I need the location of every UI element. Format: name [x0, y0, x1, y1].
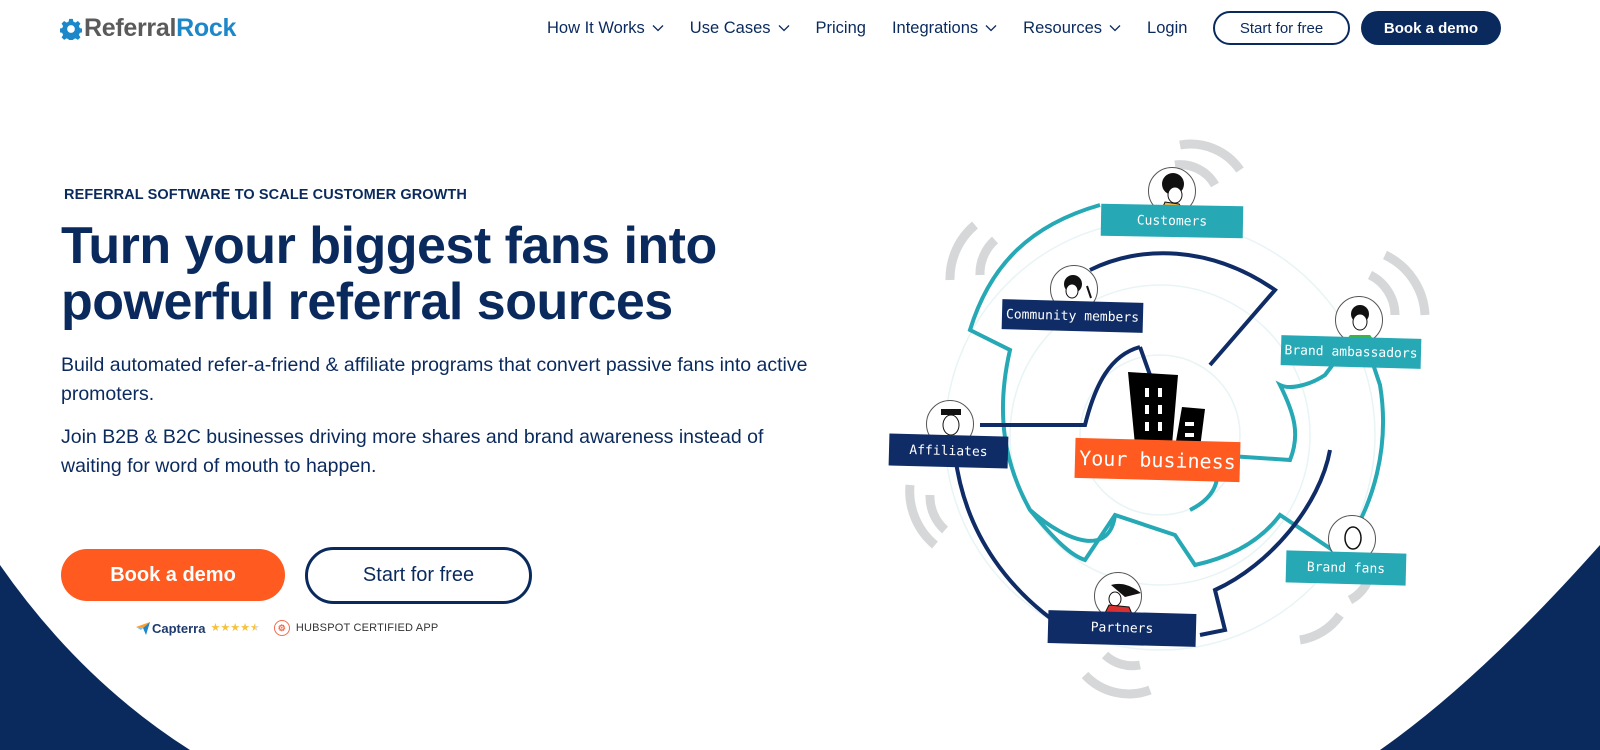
tag-partners: Partners: [1047, 610, 1197, 647]
nav-login[interactable]: Login: [1147, 19, 1187, 38]
tag-affiliates: Affiliates: [888, 433, 1009, 469]
header-book-demo-button[interactable]: Book a demo: [1361, 11, 1501, 45]
logo-text-referral: Referral: [84, 14, 177, 42]
hero-eyebrow: REFERRAL SOFTWARE TO SCALE CUSTOMER GROW…: [64, 187, 467, 203]
capterra-arrow-icon: [136, 622, 150, 635]
nav-how-it-works[interactable]: How It Works: [547, 19, 664, 38]
headline-line-1: Turn your biggest fans into: [61, 217, 717, 275]
tag-brand-fans: Brand fans: [1285, 550, 1407, 586]
chevron-down-icon: [778, 25, 789, 32]
nav-label: Use Cases: [689, 18, 771, 37]
half-star-icon: ★: [249, 622, 260, 634]
center-tag-your-business: Your business: [1074, 437, 1241, 483]
star-icon: ★: [240, 622, 250, 634]
tag-brand-ambassadors: Brand ambassadors: [1280, 335, 1422, 369]
hubspot-label: HUBSPOT CERTIFIED APP: [295, 622, 439, 634]
logo[interactable]: Referral Rock: [60, 14, 236, 43]
header-start-free-button[interactable]: Start for free: [1213, 11, 1350, 45]
hero-paragraph-2: Join B2B & B2C businesses driving more s…: [61, 426, 764, 477]
nav-use-cases[interactable]: Use Cases: [690, 19, 790, 38]
nav-label: Login: [1147, 18, 1188, 37]
nav-label: Pricing: [815, 18, 866, 37]
hero-start-free-button[interactable]: Start for free: [305, 547, 532, 604]
hubspot-badge[interactable]: ⚙ HUBSPOT CERTIFIED APP: [273, 620, 439, 636]
navy-inner-path: [1138, 346, 1152, 376]
nav-label: Integrations: [891, 18, 979, 37]
chevron-down-icon: [652, 25, 664, 32]
star-icon: ★: [230, 622, 241, 634]
tag-customers: Customers: [1100, 203, 1244, 239]
headline-line-2: powerful referral sources: [61, 273, 673, 331]
star-icon: ★: [220, 622, 231, 634]
nav-label: How It Works: [547, 18, 645, 37]
capterra-label: Capterra: [152, 620, 206, 636]
star-rating: ★ ★ ★ ★ ★: [210, 622, 259, 634]
trust-badges: Capterra ★ ★ ★ ★ ★ ⚙ HUBSPOT CERTIFIED A…: [136, 619, 438, 637]
hubspot-icon: ⚙: [273, 620, 290, 636]
site-header: Referral Rock How It Works Use Cases Pric…: [0, 0, 1600, 56]
building-icon: [1128, 372, 1205, 448]
hero-paragraph-1: Build automated refer-a-friend & affilia…: [61, 354, 808, 405]
nav-label: Resources: [1023, 18, 1103, 37]
gear-icon: [60, 18, 82, 40]
hero-book-demo-button[interactable]: Book a demo: [61, 549, 285, 601]
logo-text-rock: Rock: [176, 14, 237, 42]
hero-headline: Turn your biggest fans into powerful ref…: [61, 218, 841, 330]
star-icon: ★: [210, 622, 221, 634]
nav-resources[interactable]: Resources: [1023, 19, 1121, 38]
nav-pricing[interactable]: Pricing: [816, 19, 866, 38]
capterra-badge[interactable]: Capterra ★ ★ ★ ★ ★: [136, 621, 260, 636]
main-nav: How It Works Use Cases Pricing Integrati…: [547, 12, 1213, 44]
chevron-down-icon: [1109, 25, 1121, 32]
referral-network-illustration: Customers Community members Brand ambass…: [870, 115, 1450, 715]
tag-community-members: Community members: [1001, 299, 1144, 333]
nav-integrations[interactable]: Integrations: [892, 19, 997, 38]
chevron-down-icon: [985, 25, 997, 32]
